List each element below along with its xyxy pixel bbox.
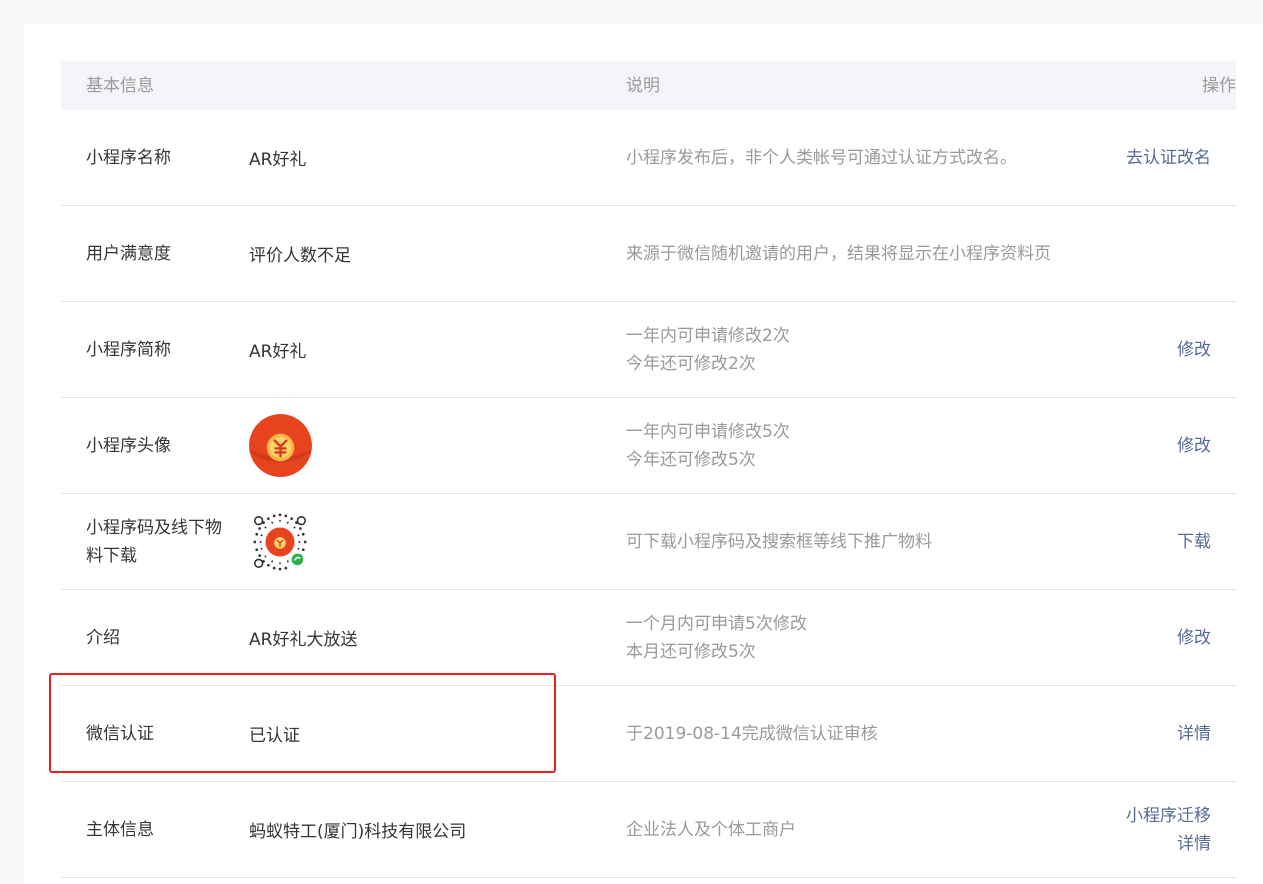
header-operation: 操作 (1202, 76, 1236, 96)
description-line: 于2019-08-14完成微信认证审核 (626, 723, 878, 744)
row-description: 企业法人及个体工商户 (626, 782, 1096, 877)
row-value: AR好礼 (249, 150, 307, 170)
row-value: AR好礼 (249, 342, 307, 362)
modify-short-name-link[interactable]: 修改 (1177, 336, 1211, 364)
description-line: 小程序发布后，非个人类帐号可通过认证方式改名。 (626, 147, 1017, 168)
description-line: 可下载小程序码及搜索框等线下推广物料 (626, 531, 932, 552)
row-value: 评价人数不足 (249, 246, 351, 266)
row-label: 介绍 (86, 627, 120, 648)
table-row: 小程序头像 一年内可申请修改5次 今年还可修改5次 修改 (61, 398, 1236, 494)
description-line: 一年内可申请修改2次 (626, 325, 790, 346)
description-line: 一年内可申请修改5次 (626, 421, 790, 442)
row-operations: 去认证改名 (1031, 110, 1211, 205)
header-basic-info: 基本信息 (86, 76, 154, 96)
row-operations: 小程序迁移 详情 (1031, 782, 1211, 877)
row-value (249, 398, 609, 493)
highlight-box (49, 673, 556, 773)
row-label: 用户满意度 (86, 243, 171, 264)
header-description: 说明 (626, 76, 660, 96)
row-value: 蚂蚁特工(厦门)科技有限公司 (249, 822, 467, 842)
migrate-mini-program-link[interactable]: 小程序迁移 (1126, 802, 1211, 830)
table-row: 主体信息 蚂蚁特工(厦门)科技有限公司 企业法人及个体工商户 小程序迁移 详情 (61, 782, 1236, 878)
description-line: 企业法人及个体工商户 (626, 819, 796, 840)
row-label: 主体信息 (86, 819, 154, 840)
certify-rename-link[interactable]: 去认证改名 (1126, 144, 1211, 172)
row-operations: 修改 (1031, 590, 1211, 685)
table-row: 用户满意度 评价人数不足 来源于微信随机邀请的用户，结果将显示在小程序资料页 (61, 206, 1236, 302)
row-description: 一个月内可申请5次修改 本月还可修改5次 (626, 590, 1096, 685)
row-description: 一年内可申请修改5次 今年还可修改5次 (626, 398, 1096, 493)
description-line: 今年还可修改5次 (626, 449, 756, 470)
row-label: 小程序码及线下物料下载 (86, 517, 222, 566)
modify-intro-link[interactable]: 修改 (1177, 624, 1211, 652)
description-line: 来源于微信随机邀请的用户，结果将显示在小程序资料页 (626, 243, 1051, 264)
mini-program-code-icon (253, 513, 307, 570)
row-description: 来源于微信随机邀请的用户，结果将显示在小程序资料页 (626, 206, 1096, 301)
row-operations: 修改 (1031, 302, 1211, 397)
row-description: 可下载小程序码及搜索框等线下推广物料 (626, 494, 1096, 589)
entity-details-link[interactable]: 详情 (1177, 830, 1211, 858)
description-line: 一个月内可申请5次修改 (626, 613, 807, 634)
description-line: 本月还可修改5次 (626, 641, 756, 662)
row-label: 小程序名称 (86, 147, 171, 168)
row-label: 小程序头像 (86, 435, 171, 456)
modify-avatar-link[interactable]: 修改 (1177, 432, 1211, 460)
table-row: 小程序名称 AR好礼 小程序发布后，非个人类帐号可通过认证方式改名。 去认证改名 (61, 110, 1236, 206)
description-line: 今年还可修改2次 (626, 353, 756, 374)
row-description: 一年内可申请修改2次 今年还可修改2次 (626, 302, 1096, 397)
table-row: 小程序码及线下物料下载 可下载小程序码及搜索框等线下推广物料 下载 (61, 494, 1236, 590)
row-label: 小程序简称 (86, 339, 171, 360)
row-value: AR好礼大放送 (249, 630, 358, 650)
row-operations: 修改 (1031, 398, 1211, 493)
red-envelope-yuan-icon (249, 414, 312, 477)
row-operations: 下载 (1031, 494, 1211, 589)
certification-details-link[interactable]: 详情 (1177, 720, 1211, 748)
row-value (249, 494, 609, 589)
row-operations (1031, 206, 1211, 301)
table-row: 介绍 AR好礼大放送 一个月内可申请5次修改 本月还可修改5次 修改 (61, 590, 1236, 686)
row-description: 小程序发布后，非个人类帐号可通过认证方式改名。 (626, 110, 1096, 205)
table-header: 基本信息 说明 操作 (61, 61, 1236, 110)
table-row: 小程序简称 AR好礼 一年内可申请修改2次 今年还可修改2次 修改 (61, 302, 1236, 398)
row-description: 于2019-08-14完成微信认证审核 (626, 686, 1096, 781)
row-operations: 详情 (1031, 686, 1211, 781)
download-link[interactable]: 下载 (1177, 528, 1211, 556)
